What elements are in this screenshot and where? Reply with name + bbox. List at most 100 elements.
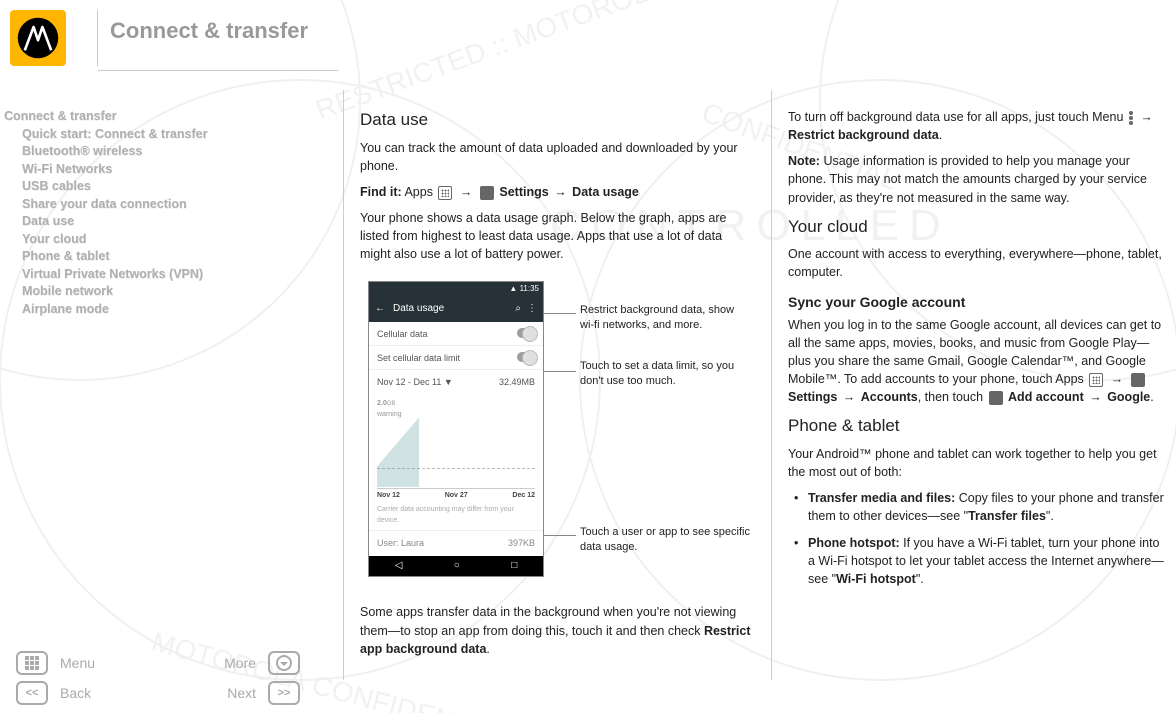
label: warning [377,411,402,418]
column-right: To turn off background data use for all … [788,108,1168,596]
usage-graph: 2.0GB warning Nov 12 Nov 27 Dec 12 [369,395,543,505]
list-item: Transfer media and files: Copy files to … [794,489,1168,525]
toc-link[interactable]: Airplane mode [4,301,294,319]
callout-text: Restrict background data, show wi-fi net… [580,303,750,332]
next-button[interactable]: >> [268,681,300,705]
text: Transfer media and files: [808,491,955,505]
cross-ref-link[interactable]: Transfer files [968,509,1046,523]
find-it-path: Find it: Apps → Settings → Data usage [360,183,755,201]
value: 32.49MB [499,376,535,389]
label: Cellular data [377,329,428,339]
text: To turn off background data use for all … [788,110,1123,124]
heading-your-cloud: Your cloud [788,215,1168,240]
motorola-logo [10,10,66,66]
text: Apps [404,185,433,199]
text: Data usage [572,185,639,199]
label: Dec 12 [512,491,535,501]
page-nav: Menu More << Back Next >> [8,645,308,705]
toc-link[interactable]: Connect & transfer [4,108,294,126]
toggle-switch [517,352,535,362]
paragraph: To turn off background data use for all … [788,108,1168,144]
search-icon: ⌕ [515,302,521,317]
text: Accounts [861,390,918,404]
screenshot-figure: ▲ 11:35 ← Data usage ⌕ ⋮ Cellular data S… [360,271,755,589]
column-middle: Data use You can track the amount of dat… [360,108,755,666]
android-navbar: ◁ ○ □ [369,556,543,576]
arrow-icon: → [1089,390,1102,404]
toc-link[interactable]: Quick start: Connect & transfer [4,126,294,144]
text: When you log in to the same Google accou… [788,318,1161,386]
column-divider [343,90,344,680]
column-divider [771,90,772,680]
callout-line [544,371,576,372]
date-range-row: Nov 12 - Dec 11 ▼ 32.49MB [369,370,543,395]
paragraph: You can track the amount of data uploade… [360,139,755,175]
text: Restrict background data [788,128,939,142]
toc-link[interactable]: Phone & tablet [4,248,294,266]
value: 397KB [508,537,535,550]
user-row: User: Laura 397KB [369,530,543,556]
menu-button[interactable] [16,651,48,675]
divider [97,10,98,66]
cross-ref-link[interactable]: Wi-Fi hotspot [836,572,916,586]
overflow-menu-icon: ⋮ [527,302,537,317]
settings-icon [480,186,494,200]
arrow-icon: → [843,390,856,404]
more-button[interactable] [268,651,300,675]
heading-sync: Sync your Google account [788,292,1168,312]
callout-line [544,535,576,536]
toc-link[interactable]: Share your data connection [4,196,294,214]
home-nav-icon: ○ [454,559,460,574]
text: Usage information is provided to help yo… [788,154,1147,204]
text: Settings [788,390,837,404]
status-bar: ▲ 11:35 [369,282,543,296]
label: 2.0 [377,400,387,407]
text: Google [1107,390,1150,404]
paragraph: One account with access to everything, e… [788,245,1168,281]
more-label: More [158,655,268,671]
next-label: Next [158,685,268,701]
label: Nov 12 - Dec 11 [377,377,441,387]
data-limit-row: Set cellular data limit [369,346,543,370]
recents-nav-icon: □ [511,559,517,574]
toc-link[interactable]: Virtual Private Networks (VPN) [4,266,294,284]
arrow-icon: → [460,185,473,199]
text: Phone hotspot: [808,536,900,550]
toc-link[interactable]: Wi-Fi Networks [4,161,294,179]
screen-title: Data usage [393,302,444,317]
callout-text: Touch to set a data limit, so you don't … [580,359,750,388]
settings-icon [1131,373,1145,387]
label: Nov 12 [377,491,400,501]
callout-line [544,313,576,314]
label: Set cellular data limit [377,353,460,363]
toc-link[interactable]: USB cables [4,178,294,196]
arrow-icon: → [1111,372,1124,386]
heading-data-use: Data use [360,108,755,133]
text: Settings [499,185,548,199]
svg-text:RESTRICTED :: MOTOROLA: RESTRICTED :: MOTOROLA [311,0,669,126]
back-arrow-icon: ← [375,302,385,317]
cellular-data-row: Cellular data [369,322,543,346]
table-of-contents: Connect & transfer Quick start: Connect … [4,108,294,318]
paragraph: Your Android™ phone and tablet can work … [788,445,1168,481]
phone-screenshot: ▲ 11:35 ← Data usage ⌕ ⋮ Cellular data S… [368,281,544,577]
paragraph: When you log in to the same Google accou… [788,316,1168,407]
label: GB [387,401,396,407]
toc-link[interactable]: Data use [4,213,294,231]
paragraph: Some apps transfer data in the backgroun… [360,603,755,657]
paragraph: Your phone shows a data usage graph. Bel… [360,209,755,263]
app-titlebar: ← Data usage ⌕ ⋮ [369,296,543,322]
heading-phone-tablet: Phone & tablet [788,414,1168,439]
status-time: 11:35 [520,284,539,293]
note-label: Note: [788,154,820,168]
toc-link[interactable]: Mobile network [4,283,294,301]
toc-link[interactable]: Your cloud [4,231,294,249]
list-item: Phone hotspot: If you have a Wi-Fi table… [794,534,1168,588]
divider [98,70,338,71]
back-button[interactable]: << [16,681,48,705]
text: , then touch [918,390,983,404]
toc-link[interactable]: Bluetooth® wireless [4,143,294,161]
overflow-menu-icon [1129,111,1133,125]
label: Nov 27 [445,491,468,501]
find-it-label: Find it: [360,185,402,199]
